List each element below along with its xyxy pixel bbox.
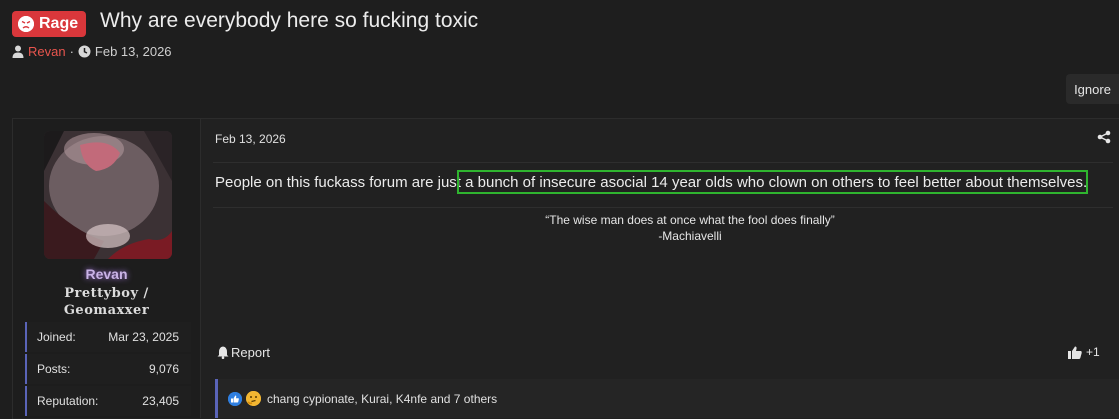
thread-date[interactable]: Feb 13, 2026: [95, 44, 172, 59]
post-text-plain: People on this fuckass forum are just: [215, 174, 461, 191]
stat-joined: Joined: Mar 23, 2025: [25, 322, 191, 352]
thread-prefix-badge[interactable]: Rage: [12, 11, 87, 37]
ignore-button[interactable]: Ignore: [1066, 74, 1119, 104]
like-reaction-icon: [228, 391, 242, 406]
thread-meta: Revan · Feb 13, 2026: [12, 44, 172, 59]
thread-author-link[interactable]: Revan: [28, 44, 66, 59]
thinking-face-icon: [246, 391, 261, 406]
post-header-divider: [213, 162, 1113, 163]
stat-value: Mar 23, 2025: [108, 330, 179, 344]
stat-reputation: Reputation: 23,405: [25, 386, 191, 416]
meta-separator: ·: [69, 44, 74, 59]
stat-value: 9,076: [148, 362, 179, 376]
post-username[interactable]: Revan: [13, 266, 200, 282]
thread-title: Why are everybody here so fucking toxic: [100, 9, 479, 32]
stat-value: 23,405: [142, 394, 179, 408]
user-title-line-2: Geomaxxer: [63, 303, 150, 318]
user-title: Prettyboy / Geomaxxer: [13, 285, 200, 319]
user-title-line-1: Prettyboy /: [64, 286, 149, 301]
clock-icon: [78, 45, 91, 58]
signature: “The wise man does at once what the fool…: [480, 212, 900, 244]
avatar[interactable]: [44, 131, 172, 259]
like-count: +1: [1086, 345, 1100, 359]
stat-posts: Posts: 9,076: [25, 354, 191, 384]
user-icon: [12, 45, 24, 58]
angry-face-icon: [18, 16, 34, 32]
signature-quote: “The wise man does at once what the fool…: [545, 213, 835, 227]
share-icon[interactable]: [1097, 130, 1111, 144]
post-date-link[interactable]: Feb 13, 2026: [215, 132, 286, 146]
signature-author: -Machiavelli: [658, 229, 722, 243]
bell-icon: [217, 346, 229, 359]
reactions-summary[interactable]: chang cypionate, Kurai, K4nfe and 7 othe…: [228, 391, 497, 406]
thumbs-up-icon: [1068, 346, 1082, 359]
selection-highlight-box: [457, 170, 1088, 194]
stat-label: Joined:: [37, 330, 76, 344]
like-button[interactable]: +1: [1068, 345, 1100, 359]
report-label: Report: [231, 345, 271, 360]
stat-label: Posts:: [37, 362, 71, 376]
stat-label: Reputation:: [37, 394, 99, 408]
reactions-text: chang cypionate, Kurai, K4nfe and 7 othe…: [267, 391, 498, 406]
signature-divider: [213, 207, 1113, 208]
report-button[interactable]: Report: [217, 345, 270, 360]
prefix-label: Rage: [39, 15, 79, 32]
